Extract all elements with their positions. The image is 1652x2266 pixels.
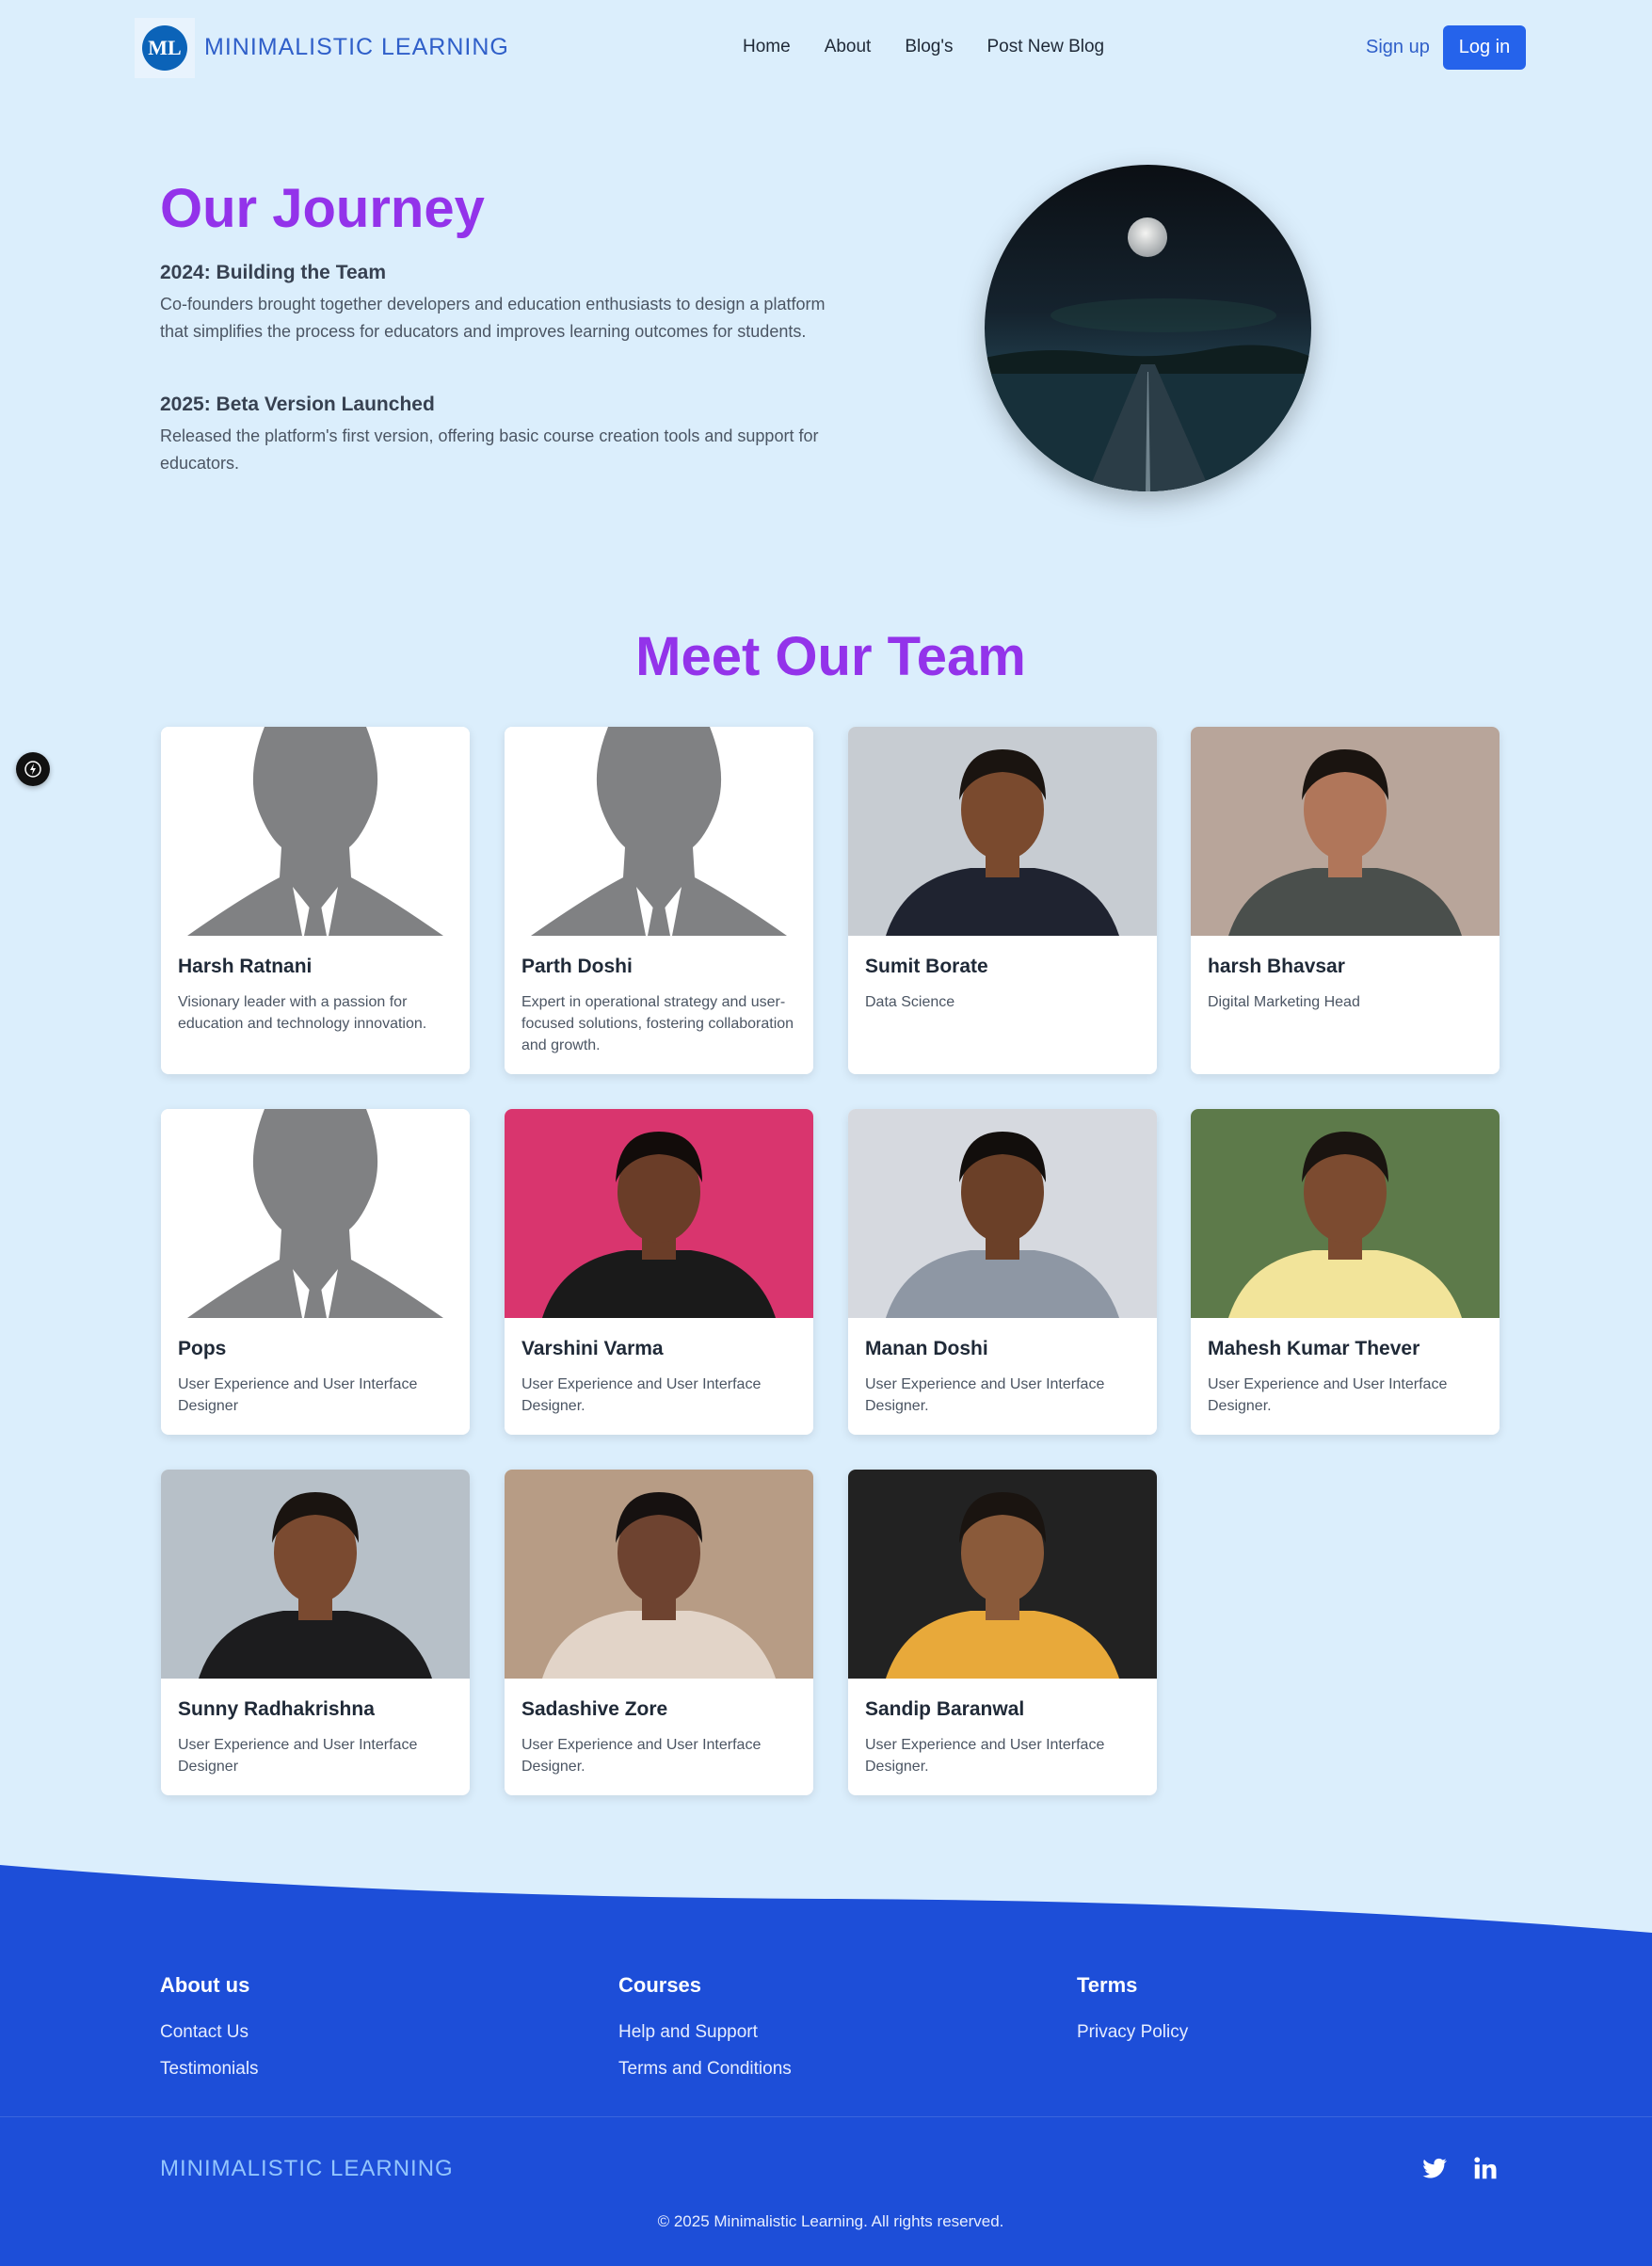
milestone-text: Released the platform's first version, o… [160, 426, 819, 473]
team-member-role: User Experience and User Interface Desig… [178, 1376, 418, 1414]
team-card: Sandip Baranwal User Experience and User … [848, 1470, 1157, 1795]
brand-name[interactable]: MINIMALISTIC LEARNING [204, 34, 509, 61]
team-card: harsh Bhavsar Digital Marketing Head [1191, 727, 1500, 1074]
team-member-role: User Experience and User Interface Desig… [865, 1376, 1105, 1414]
team-card: Sadashive Zore User Experience and User I… [505, 1470, 813, 1795]
footer-heading-courses: Courses [618, 1973, 702, 1997]
footer-link-terms-conditions[interactable]: Terms and Conditions [618, 2059, 792, 2080]
login-button[interactable]: Log in [1443, 25, 1526, 70]
team-title: Meet Our Team [635, 626, 1026, 687]
team-member-name: Sunny Radhakrishna [178, 1698, 375, 1720]
avatar [1191, 1109, 1500, 1318]
copyright: © 2025 Minimalistic Learning. All rights… [657, 2212, 1004, 2230]
team-member-name: Harsh Ratnani [178, 956, 313, 977]
milestone-text: Co-founders brought together developers … [160, 295, 826, 341]
team-member-role: Visionary leader with a passion for educ… [178, 994, 427, 1032]
avatar [505, 1470, 813, 1679]
site-header: ML MINIMALISTIC LEARNING Home About Blog… [0, 0, 1652, 96]
twitter-icon[interactable] [1420, 2154, 1449, 2182]
team-card: Parth Doshi Expert in operational strateg… [505, 727, 813, 1074]
footer-link-privacy[interactable]: Privacy Policy [1077, 2022, 1188, 2043]
avatar [848, 1470, 1157, 1679]
footer-link-help[interactable]: Help and Support [618, 2022, 758, 2043]
footer-brand: MINIMALISTIC LEARNING [160, 2156, 454, 2181]
avatar [161, 1470, 470, 1679]
main-nav: Home About Blog's Post New Blog [743, 37, 1138, 57]
nav-home[interactable]: Home [743, 37, 791, 57]
team-member-name: Pops [178, 1338, 227, 1359]
team-card: Mahesh Kumar Thever User Experience and U… [1191, 1109, 1500, 1435]
team-member-role: Expert in operational strategy and user-… [521, 994, 794, 1053]
footer-link-testimonials[interactable]: Testimonials [160, 2059, 259, 2080]
nav-post-new-blog[interactable]: Post New Blog [987, 37, 1105, 57]
team-card: Sunny Radhakrishna User Experience and Us… [161, 1470, 470, 1795]
logo-badge: ML [142, 25, 187, 71]
team-member-role: User Experience and User Interface Desig… [521, 1737, 762, 1775]
team-member-name: Sandip Baranwal [865, 1698, 1025, 1720]
signup-link[interactable]: Sign up [1366, 37, 1430, 58]
logo[interactable]: ML [135, 18, 195, 78]
avatar [848, 1109, 1157, 1318]
team-member-role: User Experience and User Interface Desig… [521, 1376, 762, 1414]
team-member-name: Parth Doshi [521, 956, 633, 977]
team-member-role: Data Science [865, 994, 955, 1010]
team-member-name: Mahesh Kumar Thever [1208, 1338, 1420, 1359]
avatar-placeholder [505, 727, 813, 936]
team-member-name: Manan Doshi [865, 1338, 988, 1359]
team-member-role: User Experience and User Interface Desig… [1208, 1376, 1448, 1414]
team-member-role: User Experience and User Interface Desig… [178, 1737, 418, 1775]
footer-link-contact[interactable]: Contact Us [160, 2022, 249, 2043]
nav-blogs[interactable]: Blog's [905, 37, 953, 57]
team-card: Sumit Borate Data Science [848, 727, 1157, 1074]
avatar-placeholder [161, 1109, 470, 1318]
linkedin-icon[interactable] [1471, 2154, 1500, 2182]
avatar [848, 727, 1157, 936]
floating-action-button[interactable] [16, 752, 50, 786]
moon-icon [1128, 217, 1167, 257]
team-card: Harsh Ratnani Visionary leader with a pas… [161, 727, 470, 1074]
nav-about[interactable]: About [825, 37, 872, 57]
journey-title: Our Journey [160, 178, 485, 239]
team-card: Pops User Experience and User Interface D… [161, 1109, 470, 1435]
team-member-role: User Experience and User Interface Desig… [865, 1737, 1105, 1775]
avatar [1191, 727, 1500, 936]
team-member-name: harsh Bhavsar [1208, 956, 1345, 977]
team-member-name: Varshini Varma [521, 1338, 664, 1359]
team-member-name: Sumit Borate [865, 956, 988, 977]
footer-heading-about: About us [160, 1973, 250, 1997]
team-card: Manan Doshi User Experience and User Inte… [848, 1109, 1157, 1435]
team-member-role: Digital Marketing Head [1208, 994, 1360, 1010]
milestone-title: 2025: Beta Version Launched [160, 394, 435, 415]
footer-divider [0, 2116, 1652, 2117]
bolt-icon [24, 761, 41, 778]
footer-heading-terms: Terms [1077, 1973, 1138, 1997]
milestone-title: 2024: Building the Team [160, 262, 386, 283]
team-member-name: Sadashive Zore [521, 1698, 668, 1720]
avatar [505, 1109, 813, 1318]
journey-image [985, 165, 1311, 491]
avatar-placeholder [161, 727, 470, 936]
team-card: Varshini Varma User Experience and User I… [505, 1109, 813, 1435]
